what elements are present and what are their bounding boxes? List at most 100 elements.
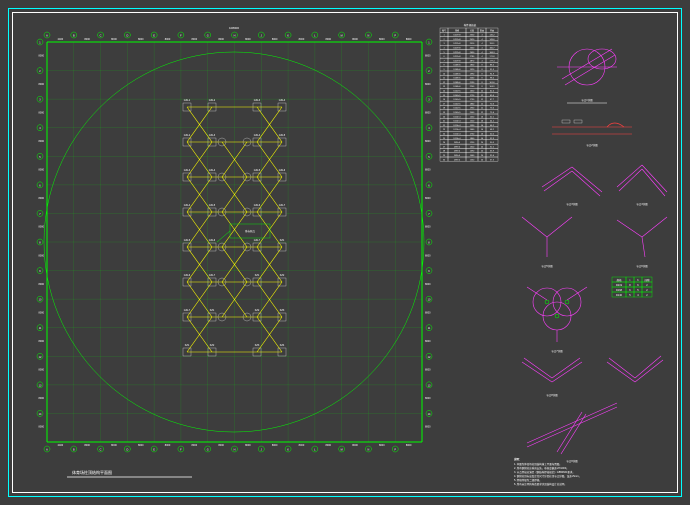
svg-text:D219×8: D219×8: [453, 38, 461, 41]
svg-text:4: 4: [481, 48, 483, 50]
svg-text:5: 5: [637, 289, 639, 292]
svg-text:8000: 8000: [425, 140, 431, 143]
svg-text:8000: 8000: [272, 444, 278, 447]
svg-text:19: 19: [443, 112, 446, 114]
svg-text:节点6详图: 节点6详图: [636, 264, 648, 268]
svg-text:8000: 8000: [111, 38, 117, 41]
svg-text:D89×4: D89×4: [454, 150, 461, 153]
svg-text:15: 15: [443, 95, 446, 97]
svg-text:20: 20: [481, 151, 484, 153]
svg-text:14: 14: [428, 413, 431, 416]
svg-text:2200: 2200: [470, 86, 475, 88]
svg-text:4: 4: [481, 52, 483, 54]
svg-text:12: 12: [481, 91, 484, 93]
svg-text:30.5: 30.5: [490, 142, 495, 144]
svg-text:1520: 1520: [470, 121, 475, 123]
svg-text:节点5详图: 节点5详图: [541, 264, 553, 268]
svg-text:GKL6: GKL6: [209, 239, 216, 242]
svg-text:1590: 1590: [470, 125, 475, 127]
svg-text:节点7详图: 节点7详图: [551, 349, 563, 353]
svg-text:2: 2: [646, 289, 648, 292]
svg-text:8000: 8000: [38, 169, 44, 172]
svg-text:16: 16: [481, 116, 484, 118]
svg-text:8000: 8000: [379, 444, 385, 447]
svg-text:E: E: [153, 449, 155, 452]
svg-text:8000: 8000: [245, 444, 251, 447]
svg-text:D219×8: D219×8: [453, 47, 461, 50]
svg-text:8000: 8000: [425, 83, 431, 86]
svg-text:33.9: 33.9: [490, 151, 495, 153]
svg-text:构件规格表: 构件规格表: [464, 23, 477, 27]
svg-text:4: 4: [481, 43, 483, 45]
svg-text:11: 11: [39, 327, 42, 330]
svg-text:8: 8: [481, 82, 483, 84]
svg-text:A: A: [46, 35, 48, 38]
svg-text:8000: 8000: [38, 426, 44, 429]
svg-text:GKL7: GKL7: [279, 204, 286, 207]
svg-text:12: 12: [428, 356, 431, 359]
svg-text:5. 焊缝等级为二级焊缝。: 5. 焊缝等级为二级焊缝。: [514, 478, 542, 482]
svg-text:1930: 1930: [470, 108, 475, 110]
svg-text:8000: 8000: [111, 444, 117, 447]
svg-text:8000: 8000: [425, 426, 431, 429]
svg-text:3: 3: [428, 99, 430, 102]
detail-node-ybranch-r: 节点6详图: [617, 217, 667, 268]
svg-text:GKL1: GKL1: [184, 99, 191, 102]
svg-text:重量: 重量: [490, 28, 494, 32]
svg-text:H: H: [234, 35, 236, 38]
svg-text:节点3详图: 节点3详图: [566, 202, 578, 206]
svg-text:8000: 8000: [192, 444, 198, 447]
svg-text:2060: 2060: [470, 78, 475, 80]
svg-text:73.0: 73.0: [490, 108, 495, 110]
svg-text:4: 4: [428, 127, 430, 130]
svg-text:2: 2: [646, 294, 648, 297]
svg-text:1720: 1720: [470, 95, 475, 97]
svg-text:D140×5: D140×5: [453, 107, 461, 110]
svg-text:节点1详图: 节点1详图: [581, 98, 593, 102]
svg-text:h: h: [637, 279, 639, 282]
svg-text:D114×4: D114×4: [454, 133, 462, 136]
svg-text:155.1: 155.1: [489, 43, 495, 45]
svg-text:D89×4: D89×4: [454, 141, 461, 144]
svg-text:29: 29: [443, 155, 446, 157]
svg-text:27: 27: [443, 146, 446, 148]
svg-text:98.2: 98.2: [490, 78, 495, 80]
svg-text:GKL6: GKL6: [254, 204, 261, 207]
svg-text:5: 5: [39, 156, 41, 159]
svg-text:6: 6: [443, 56, 445, 58]
detail-node-tripipe: 节点7详图: [527, 287, 587, 353]
svg-text:21: 21: [443, 121, 446, 123]
svg-text:8: 8: [428, 242, 430, 245]
svg-text:10: 10: [443, 73, 446, 75]
svg-text:D219×8: D219×8: [453, 42, 461, 45]
svg-text:KZ1: KZ1: [185, 344, 190, 347]
svg-text:94.9: 94.9: [490, 73, 495, 75]
svg-text:16: 16: [481, 121, 484, 123]
svg-text:8000: 8000: [38, 283, 44, 286]
svg-text:4: 4: [481, 39, 483, 41]
svg-text:KZ1: KZ1: [280, 239, 285, 242]
svg-text:3. 节点焊接应满足《钢结构焊接规范》GB50661要求。: 3. 节点焊接应满足《钢结构焊接规范》GB50661要求。: [514, 470, 575, 474]
svg-text:37.3: 37.3: [490, 159, 495, 161]
svg-text:6: 6: [39, 184, 41, 187]
svg-text:1250: 1250: [470, 142, 475, 144]
svg-text:G: G: [207, 35, 209, 38]
svg-text:KZ1: KZ1: [255, 274, 260, 277]
svg-text:14: 14: [443, 91, 446, 93]
svg-text:KZ3: KZ3: [255, 344, 260, 347]
dims-top: 2400800080008000800080008000800080008000…: [58, 38, 412, 41]
svg-text:D219×8: D219×8: [453, 34, 461, 37]
svg-text:1850: 1850: [470, 65, 475, 67]
svg-text:8000: 8000: [165, 38, 171, 41]
svg-text:8: 8: [443, 65, 445, 67]
svg-text:8000: 8000: [299, 38, 305, 41]
svg-text:8: 8: [39, 242, 41, 245]
drawing-svg: ABCDEFGHJKLMNP ABCDEFGHJKLMNP 1234567891…: [12, 12, 678, 493]
svg-text:KZ2: KZ2: [210, 344, 215, 347]
svg-text:编号: 编号: [442, 28, 446, 32]
svg-text:A: A: [46, 449, 48, 452]
svg-text:2870: 2870: [470, 60, 475, 62]
svg-text:GKL5: GKL5: [184, 239, 191, 242]
svg-text:8000: 8000: [38, 397, 44, 400]
svg-text:2: 2: [443, 39, 445, 41]
